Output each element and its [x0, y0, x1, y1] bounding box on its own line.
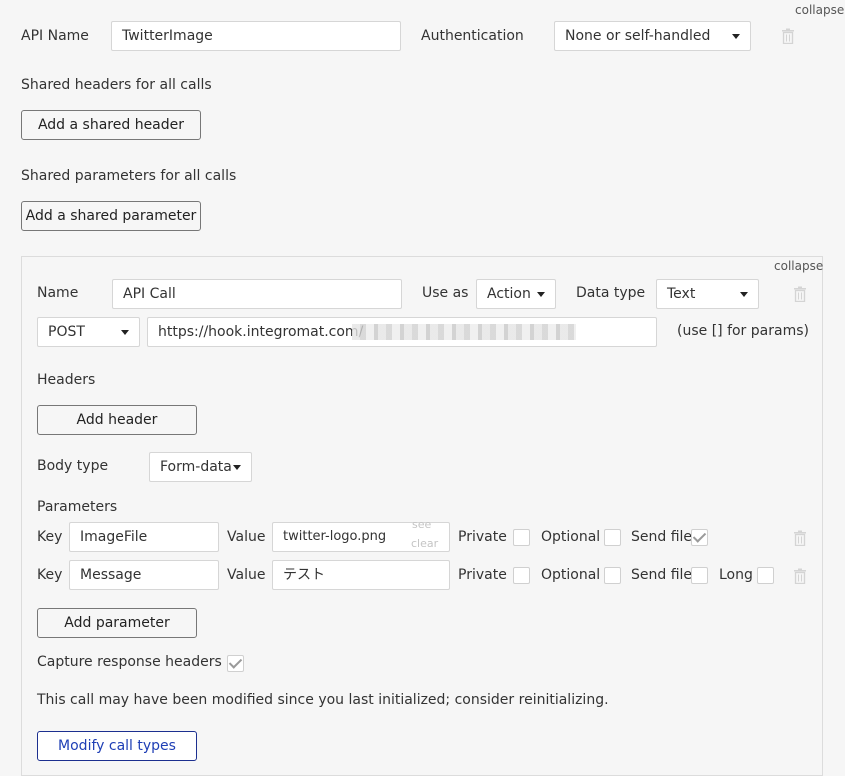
send-file-label: Send file — [631, 529, 693, 545]
caret-down-icon — [537, 292, 545, 297]
param-key-input[interactable]: Message — [69, 560, 219, 590]
data-type-value: Text — [667, 286, 696, 302]
data-type-label: Data type — [576, 285, 646, 301]
send-file-checkbox[interactable] — [691, 529, 708, 546]
optional-label: Optional — [541, 529, 601, 545]
call-name-label: Name — [37, 285, 79, 301]
method-select[interactable]: POST — [37, 317, 140, 347]
checkmark-icon — [692, 529, 707, 543]
call-name-input[interactable]: API Call — [112, 279, 402, 309]
caret-down-icon — [233, 465, 241, 470]
param-value-label: Value — [227, 567, 266, 583]
redacted-url-segment — [352, 324, 576, 340]
clear-link[interactable]: clear — [411, 537, 438, 550]
checkmark-icon — [228, 655, 243, 669]
trash-icon[interactable] — [781, 28, 795, 44]
add-shared-header-button[interactable]: Add a shared header — [21, 110, 201, 140]
capture-response-headers-checkbox[interactable] — [227, 655, 244, 672]
shared-params-label: Shared parameters for all calls — [21, 168, 237, 184]
private-label: Private — [458, 567, 507, 583]
caret-down-icon — [121, 330, 129, 335]
use-as-select[interactable]: Action — [476, 279, 556, 309]
add-shared-parameter-button[interactable]: Add a shared parameter — [21, 201, 201, 231]
private-checkbox[interactable] — [513, 529, 530, 546]
use-as-value: Action — [487, 286, 531, 302]
authentication-select[interactable]: None or self-handled — [554, 21, 751, 51]
param-value-input[interactable]: テスト — [272, 560, 450, 590]
add-header-button[interactable]: Add header — [37, 405, 197, 435]
body-type-value: Form-data — [160, 459, 232, 475]
trash-icon[interactable] — [793, 568, 807, 584]
authentication-value: None or self-handled — [565, 28, 711, 44]
caret-down-icon — [732, 34, 740, 39]
collapse-link-top[interactable]: collapse — [795, 3, 844, 17]
optional-checkbox[interactable] — [604, 529, 621, 546]
param-value-text: twitter-logo.png — [283, 529, 387, 544]
private-label: Private — [458, 529, 507, 545]
long-label: Long — [719, 567, 753, 583]
data-type-select[interactable]: Text — [656, 279, 759, 309]
use-as-label: Use as — [422, 285, 469, 301]
send-file-label: Send file — [631, 567, 693, 583]
add-parameter-button[interactable]: Add parameter — [37, 608, 197, 638]
private-checkbox[interactable] — [513, 567, 530, 584]
headers-label: Headers — [37, 372, 96, 388]
method-value: POST — [48, 324, 85, 340]
optional-checkbox[interactable] — [604, 567, 621, 584]
api-name-label: API Name — [21, 28, 89, 44]
send-file-checkbox[interactable] — [691, 567, 708, 584]
trash-icon[interactable] — [793, 286, 807, 302]
trash-icon[interactable] — [793, 530, 807, 546]
body-type-label: Body type — [37, 458, 109, 474]
capture-response-headers-label: Capture response headers — [37, 654, 222, 670]
collapse-link-call[interactable]: collapse — [774, 259, 823, 273]
optional-label: Optional — [541, 567, 601, 583]
param-key-label: Key — [37, 567, 63, 583]
authentication-label: Authentication — [421, 28, 524, 44]
api-name-input[interactable]: TwitterImage — [111, 21, 401, 51]
body-type-select[interactable]: Form-data — [149, 452, 252, 482]
param-key-label: Key — [37, 529, 63, 545]
modify-call-types-button[interactable]: Modify call types — [37, 731, 197, 761]
reinitialize-warning: This call may have been modified since y… — [37, 692, 609, 708]
param-value-label: Value — [227, 529, 266, 545]
caret-down-icon — [740, 292, 748, 297]
url-value: https://hook.integromat.com/ — [158, 324, 364, 340]
param-key-input[interactable]: ImageFile — [69, 522, 219, 552]
long-checkbox[interactable] — [757, 567, 774, 584]
see-link[interactable]: see — [412, 518, 431, 531]
parameters-label: Parameters — [37, 499, 118, 515]
shared-headers-label: Shared headers for all calls — [21, 77, 212, 93]
url-params-hint: (use [] for params) — [677, 323, 809, 339]
